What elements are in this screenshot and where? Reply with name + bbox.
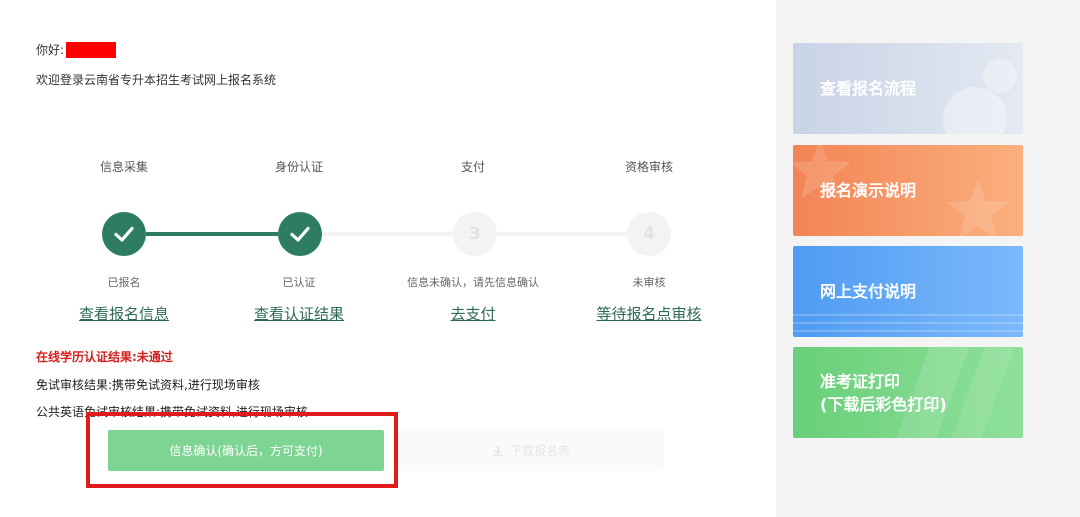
welcome-text: 欢迎登录云南省专升本招生考试网上报名系统: [36, 73, 277, 87]
info-confirm-button[interactable]: 信息确认(确认后，方可支付): [108, 430, 384, 471]
view-process-label: 查看报名流程: [820, 79, 917, 98]
step-3-number: 3: [453, 212, 497, 256]
online-education-result: 在线学历认证结果:未通过: [36, 350, 173, 364]
step-4-number: 4: [627, 212, 671, 256]
step-4-status: 未审核: [632, 276, 666, 289]
step-3-status: 信息未确认，请先信息确认: [407, 276, 539, 289]
step-2-status: 已认证: [282, 276, 316, 289]
exemption-result: 免试审核结果:携带免试资料,进行现场审核: [36, 378, 260, 392]
admission-ticket-print-label: 准考证打印: [820, 371, 901, 391]
step-title-identity: 身份认证: [274, 160, 323, 174]
await-review-link[interactable]: 等待报名点审核: [564, 303, 734, 324]
view-process-card[interactable]: 查看报名流程: [793, 43, 1023, 134]
greeting-line: 你好:: [36, 41, 117, 58]
download-icon: [493, 445, 503, 456]
download-form-button[interactable]: 下载报名表: [398, 430, 664, 471]
view-auth-result-link[interactable]: 查看认证结果: [214, 303, 384, 324]
view-registration-info-link[interactable]: 查看报名信息: [39, 303, 209, 324]
decor-circle: [943, 87, 1007, 134]
check-icon: [114, 226, 134, 242]
step-title-payment: 支付: [460, 160, 485, 174]
step-title-info-collection: 信息采集: [99, 160, 148, 174]
online-payment-guide-label: 网上支付说明: [820, 282, 917, 301]
star-decor-icon: [947, 179, 1009, 236]
demo-guide-label: 报名演示说明: [820, 181, 917, 200]
main-panel: 你好: 欢迎登录云南省专升本招生考试网上报名系统 信息采集 身份认证 支付 资格…: [0, 0, 776, 517]
greeting-text: 你好:: [36, 43, 65, 57]
admission-ticket-print-sublabel: (下载后彩色打印): [820, 394, 947, 414]
demo-guide-card[interactable]: 报名演示说明: [793, 145, 1023, 236]
online-payment-guide-card[interactable]: 网上支付说明: [793, 246, 1023, 337]
admission-ticket-print-card[interactable]: 准考证打印 (下载后彩色打印): [793, 347, 1023, 438]
step-2-done-marker: [278, 212, 322, 256]
step-connector-pending: [322, 232, 453, 236]
download-button-label: 下载报名表: [509, 444, 570, 458]
step-1-done-marker: [102, 212, 146, 256]
step-1-status: 已报名: [107, 276, 141, 289]
go-pay-link[interactable]: 去支付: [388, 303, 558, 324]
english-exemption-result: 公共英语免试审核结果:携带免试资料,进行现场审核: [36, 405, 308, 419]
step-connector-done: [146, 232, 278, 236]
decor-circle: [983, 59, 1017, 93]
step-title-qualification: 资格审核: [624, 160, 673, 174]
step-connector-pending: [497, 232, 627, 236]
redacted-username: [66, 41, 117, 58]
check-icon: [290, 226, 310, 242]
